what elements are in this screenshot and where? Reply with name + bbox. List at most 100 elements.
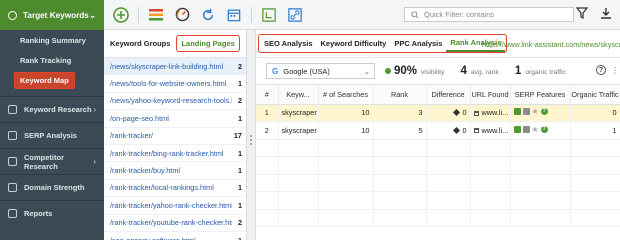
column-header[interactable]: SERP Features xyxy=(510,85,571,105)
quick-filter-input[interactable]: Quick Filter: contains xyxy=(404,7,574,22)
serp-features-cell: ★? xyxy=(510,104,571,122)
keyword-count: 2 xyxy=(237,61,242,71)
table-row[interactable]: 2 skyscraper 10 5 0 www.li... ★? 1 xyxy=(256,121,620,140)
searches-cell: 10 xyxy=(318,121,374,140)
column-header[interactable]: Organic Traffic xyxy=(570,85,620,105)
list-item[interactable]: /rank-tracker/local-rankings.html 1 xyxy=(104,180,246,198)
difference-cell: 0 xyxy=(426,104,471,122)
column-header[interactable]: # of Searches xyxy=(318,85,374,105)
serp-features-cell: ★? xyxy=(510,121,571,140)
list-icon[interactable] xyxy=(147,6,165,24)
difference-icon xyxy=(453,109,461,117)
rank-cell: 5 xyxy=(373,121,427,140)
sidebar-item-reports[interactable]: Reports xyxy=(0,200,104,226)
tab-ppc-analysis[interactable]: PPC Analysis xyxy=(390,36,446,52)
list-item[interactable]: /rank-tracker/yahoo-rank-checker.html 1 xyxy=(104,197,246,215)
list-item[interactable]: /rank-tracker/youtube-rank-checker.html 2 xyxy=(104,215,246,232)
column-header[interactable]: Rank xyxy=(373,85,427,105)
lock-icon xyxy=(473,110,479,116)
keyword-cell: skyscraper xyxy=(278,104,319,122)
list-item[interactable]: /seo-agency-software.html1 xyxy=(104,232,246,240)
splitter-grip-icon xyxy=(250,135,252,145)
toolbar: Quick Filter: contains xyxy=(104,0,620,30)
sidebar-item-keyword-research[interactable]: Keyword Research › xyxy=(0,96,104,122)
sitemap-icon[interactable] xyxy=(260,6,278,24)
keyword-count: 2 xyxy=(237,96,242,106)
rank-cell: 3 xyxy=(373,104,427,122)
serp-feature-icon xyxy=(513,108,521,116)
sidebar-item-competitor-research[interactable]: Competitor Research › xyxy=(0,148,104,174)
keyword-count: 1 xyxy=(237,166,242,176)
list-item[interactable]: /rank-tracker/17 xyxy=(104,128,246,145)
list-item[interactable]: /news/yahoo-keyword-research-tools.html 2 xyxy=(104,93,246,111)
reports-icon xyxy=(8,209,17,218)
list-item[interactable]: /news/skyscraper-link-building.html 2 xyxy=(104,58,246,76)
chevron-down-icon: ⌄ xyxy=(363,66,370,76)
serp-feature-icon xyxy=(522,108,530,116)
analysis-tab-group: SEO Analysis Keyword Difficulty PPC Anal… xyxy=(258,34,508,53)
help-icon[interactable]: ? xyxy=(596,65,606,75)
tab-keyword-groups[interactable]: Keyword Groups xyxy=(110,39,170,48)
sidebar-item-keyword-map[interactable]: Keyword Map xyxy=(0,70,104,90)
tab-keyword-difficulty[interactable]: Keyword Difficulty xyxy=(317,36,391,52)
search-engine-dropdown[interactable]: G Google (USA) ⌄ xyxy=(266,63,375,79)
list-item[interactable]: /rank-tracker/buy.html 1 xyxy=(104,162,246,180)
landing-page-url: /news/skyscraper-link-building.html xyxy=(110,61,224,71)
toolbar-divider xyxy=(251,6,252,23)
column-header[interactable]: URL Found xyxy=(470,85,511,105)
download-icon[interactable] xyxy=(600,7,612,21)
landing-page-url: /seo-agency-software.html xyxy=(110,236,232,240)
visibility-stat: 90% visibility xyxy=(385,65,444,77)
filter-icon[interactable] xyxy=(575,7,589,21)
list-item[interactable]: /rank-tracker/bing-rank-tracker.html 1 xyxy=(104,145,246,163)
sidebar-item-ranking-summary[interactable]: Ranking Summary xyxy=(0,30,104,50)
lock-icon xyxy=(473,128,479,134)
keyword-cell: skyscraper xyxy=(278,121,319,140)
landing-page-url: /rank-tracker/bing-rank-tracker.html xyxy=(110,148,224,158)
star-icon: ★ xyxy=(531,107,539,117)
sidebar-item-serp-analysis[interactable]: SERP Analysis xyxy=(0,122,104,148)
tab-landing-pages[interactable]: Landing Pages xyxy=(176,35,240,52)
row-number: 2 xyxy=(256,121,279,140)
list-item[interactable]: /on-page-seo.html 1 xyxy=(104,110,246,128)
sidebar-item-rank-tracking[interactable]: Rank Tracking xyxy=(0,50,104,70)
panel-splitter[interactable] xyxy=(247,30,256,240)
rank-stats-bar: G Google (USA) ⌄ 90% visibility 4 avg. r… xyxy=(256,58,620,85)
search-icon xyxy=(8,105,17,114)
tab-seo-analysis[interactable]: SEO Analysis xyxy=(260,36,317,52)
empty-row xyxy=(256,209,620,227)
landing-pages-panel: Keyword Groups Landing Pages /news/skysc… xyxy=(104,30,247,240)
sidebar-header-target-keywords[interactable]: Target Keywords ⌄ xyxy=(0,0,104,30)
landing-page-url: /rank-tracker/local-rankings.html xyxy=(110,183,214,193)
domain-icon xyxy=(8,183,17,192)
more-icon[interactable]: ⋮ xyxy=(611,66,619,75)
table-row[interactable]: 1 skyscraper 10 3 0 www.li... ★? 0 xyxy=(256,104,620,122)
avg-rank-stat: 4 avg. rank xyxy=(460,65,499,77)
keyword-count: 1 xyxy=(232,236,246,240)
gauge-icon[interactable] xyxy=(173,6,191,24)
column-header[interactable]: Difference xyxy=(426,85,471,105)
google-icon: G xyxy=(272,66,279,76)
sidebar-header-label: Target Keywords xyxy=(23,10,89,20)
url-found-cell[interactable]: www.li... xyxy=(470,104,511,122)
right-panel-tabs: SEO Analysis Keyword Difficulty PPC Anal… xyxy=(256,30,620,58)
add-icon[interactable] xyxy=(112,6,130,24)
list-item[interactable]: /news/tools-for-website-owners.html 1 xyxy=(104,75,246,93)
landing-page-url[interactable]: https://www.link-assistant.com/news/skys… xyxy=(482,40,620,49)
link-icon[interactable] xyxy=(286,6,304,24)
empty-row xyxy=(256,174,620,192)
toolbar-divider xyxy=(138,6,139,23)
calendar-icon[interactable] xyxy=(225,6,243,24)
visibility-dot-icon xyxy=(385,68,391,74)
url-found-cell[interactable]: www.li... xyxy=(470,121,511,140)
keyword-count: 17 xyxy=(233,131,242,141)
column-header[interactable]: # xyxy=(256,85,279,105)
refresh-icon[interactable] xyxy=(199,6,217,24)
keyword-count: 1 xyxy=(237,79,242,89)
star-icon: ★ xyxy=(531,124,539,134)
empty-row xyxy=(256,191,620,210)
competitor-icon xyxy=(8,157,17,166)
column-header[interactable]: Keyw... xyxy=(278,85,319,105)
serp-feature-icon xyxy=(522,125,530,133)
sidebar-item-domain-strength[interactable]: Domain Strength xyxy=(0,174,104,200)
